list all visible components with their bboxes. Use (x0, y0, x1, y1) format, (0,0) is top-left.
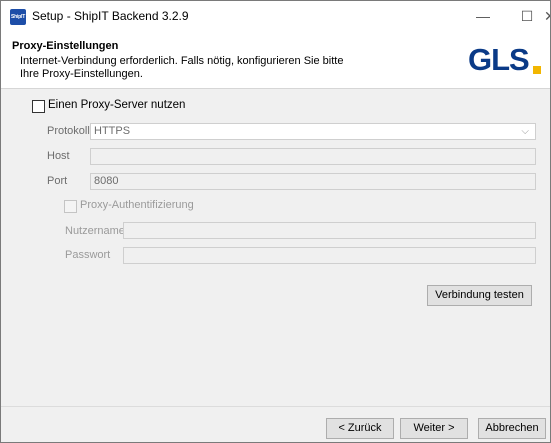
protocol-select[interactable]: HTTPS ⌵ (90, 123, 536, 140)
app-icon-text: ShipIT (11, 14, 26, 20)
username-label: Nutzername (65, 225, 125, 237)
use-proxy-label[interactable]: Einen Proxy-Server nutzen (48, 99, 185, 111)
proxy-auth-checkbox[interactable] (64, 200, 77, 213)
setup-window: ShipIT Setup - ShipIT Backend 3.2.9 — ☐ … (0, 0, 551, 443)
host-input[interactable] (90, 148, 536, 165)
back-button[interactable]: < Zurück (326, 418, 394, 439)
gls-logo-dot (533, 66, 541, 74)
proxy-auth-label[interactable]: Proxy-Authentifizierung (80, 199, 194, 211)
port-input[interactable]: 8080 (90, 173, 536, 190)
host-label: Host (47, 150, 70, 162)
protocol-label: Protokoll (47, 125, 90, 137)
proxy-settings-panel: Einen Proxy-Server nutzen Protokoll HTTP… (1, 89, 550, 406)
port-label: Port (47, 175, 68, 187)
chevron-down-icon: ⌵ (521, 126, 529, 137)
cancel-button[interactable]: Abbrechen (478, 418, 546, 439)
page-description: Internet-Verbindung erforderlich. Falls … (20, 55, 344, 80)
window-title: Setup - ShipIT Backend 3.2.9 (32, 9, 189, 23)
test-connection-button[interactable]: Verbindung testen (427, 285, 532, 306)
password-label: Passwort (65, 249, 111, 261)
page-header: Proxy-Einstellungen Internet-Verbindung … (1, 32, 550, 89)
wizard-footer: < Zurück Weiter > Abbrechen (1, 406, 550, 442)
use-proxy-checkbox[interactable] (32, 100, 45, 113)
protocol-value: HTTPS (94, 125, 131, 137)
page-title: Proxy-Einstellungen (12, 40, 119, 52)
next-button[interactable]: Weiter > (400, 418, 468, 439)
close-icon: ✕ (544, 1, 550, 32)
app-icon: ShipIT (10, 9, 26, 25)
close-button[interactable]: ✕ (506, 1, 550, 32)
password-input[interactable] (123, 247, 536, 264)
username-input[interactable] (123, 222, 536, 239)
minimize-button[interactable]: — (461, 1, 505, 32)
title-bar: ShipIT Setup - ShipIT Backend 3.2.9 — ☐ … (1, 1, 550, 32)
gls-logo: GLS (468, 42, 530, 77)
